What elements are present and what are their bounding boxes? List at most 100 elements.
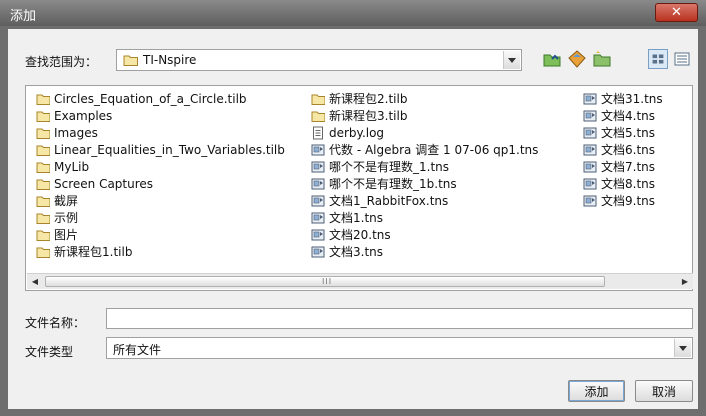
folder-icon [36, 213, 50, 224]
file-name: 文档9.tns [601, 194, 656, 208]
file-name: 文档5.tns [601, 126, 656, 140]
up-folder-icon[interactable] [542, 49, 562, 69]
look-in-dropdown-button[interactable] [503, 51, 520, 69]
file-name: Images [54, 126, 98, 140]
file-list-item[interactable]: 截屏 [36, 193, 78, 209]
add-file-dialog: 添加 ✕ 查找范围为： TI-Nspire ◀ III ▶ Circles_Eq… [0, 0, 706, 416]
file-list-item[interactable]: 文档31.tns [583, 91, 663, 107]
file-name: 示例 [54, 211, 79, 225]
file-list-item[interactable]: Screen Captures [36, 176, 153, 192]
dialog-title: 添加 [10, 9, 37, 24]
chevron-right-icon: ▶ [681, 277, 689, 286]
log-file-icon [313, 126, 323, 140]
new-folder-icon[interactable] [592, 49, 612, 69]
file-name: 文档20.tns [329, 228, 391, 242]
file-list-item[interactable]: 文档4.tns [583, 108, 655, 124]
close-icon: ✕ [671, 5, 682, 20]
tns-document-icon [583, 161, 597, 173]
file-list-item[interactable]: 文档6.tns [583, 142, 655, 158]
tns-document-icon [311, 212, 325, 224]
file-list[interactable]: ◀ III ▶ Circles_Equation_of_a_Circle.til… [25, 85, 693, 291]
file-name-input[interactable] [106, 308, 693, 329]
file-name: 文档7.tns [601, 160, 656, 174]
folder-icon [36, 196, 50, 207]
folder-icon [36, 230, 50, 241]
look-in-combo[interactable]: TI-Nspire [116, 49, 522, 71]
file-type-value: 所有文件 [113, 343, 162, 357]
file-list-item[interactable]: 新课程包2.tilb [311, 91, 407, 107]
file-name: Circles_Equation_of_a_Circle.tilb [54, 92, 247, 106]
horizontal-scrollbar[interactable]: ◀ III ▶ [27, 273, 693, 289]
tns-document-icon [583, 110, 597, 122]
file-list-item[interactable]: Circles_Equation_of_a_Circle.tilb [36, 91, 247, 107]
file-type-combo[interactable]: 所有文件 [106, 337, 693, 359]
file-name: 截屏 [54, 194, 79, 208]
look-in-value: TI-Nspire [143, 53, 197, 67]
folder-icon [311, 94, 325, 105]
file-name: 文档1_RabbitFox.tns [329, 194, 449, 208]
file-list-item[interactable]: 文档1.tns [311, 210, 383, 226]
scroll-right-button[interactable]: ▶ [677, 274, 693, 289]
tns-document-icon [583, 144, 597, 156]
folder-icon [36, 128, 50, 139]
tns-document-icon [311, 178, 325, 190]
file-name: 图片 [54, 228, 79, 242]
file-name: 文档6.tns [601, 143, 656, 157]
file-name: 文档3.tns [329, 245, 384, 259]
file-list-item[interactable]: 新课程包3.tilb [311, 108, 407, 124]
file-list-item[interactable]: 代数 - Algebra 调查 1 07-06 qp1.tns [311, 142, 538, 158]
file-name: Linear_Equalities_in_Two_Variables.tilb [54, 143, 285, 157]
scrollbar-thumb[interactable]: III [45, 276, 605, 287]
folder-icon [36, 179, 50, 190]
dialog-body: 查找范围为： TI-Nspire ◀ III ▶ Circles_Equatio… [8, 29, 698, 409]
file-name: 代数 - Algebra 调查 1 07-06 qp1.tns [329, 143, 539, 157]
folder-icon [123, 55, 138, 66]
tns-document-icon [311, 195, 325, 207]
home-icon[interactable] [567, 49, 587, 69]
file-list-item[interactable]: 哪个不是有理数_1.tns [311, 159, 449, 175]
file-list-item[interactable]: 示例 [36, 210, 78, 226]
file-name: 文档1.tns [329, 211, 384, 225]
folder-icon [36, 94, 50, 105]
file-list-item[interactable]: 文档9.tns [583, 193, 655, 209]
file-name: 新课程包2.tilb [329, 92, 408, 106]
add-button[interactable]: 添加 [568, 380, 625, 402]
file-list-item[interactable]: 文档1_RabbitFox.tns [311, 193, 448, 209]
scrollbar-grip: III [322, 277, 333, 286]
file-list-item[interactable]: Examples [36, 108, 112, 124]
file-name-label: 文件名称： [25, 316, 86, 330]
file-list-item[interactable]: 图片 [36, 227, 78, 243]
file-list-item[interactable]: derby.log [311, 125, 384, 141]
tns-document-icon [583, 93, 597, 105]
file-type-dropdown-button[interactable] [674, 339, 691, 357]
folder-icon [36, 162, 50, 173]
file-name: Screen Captures [54, 177, 154, 191]
file-list-item[interactable]: 文档8.tns [583, 176, 655, 192]
file-list-item[interactable]: 文档3.tns [311, 244, 383, 260]
scroll-left-button[interactable]: ◀ [27, 274, 43, 289]
tns-document-icon [311, 246, 325, 258]
file-name: 哪个不是有理数_1b.tns [329, 177, 457, 191]
file-list-item[interactable]: 新课程包1.tilb [36, 244, 132, 260]
file-list-item[interactable]: 文档20.tns [311, 227, 391, 243]
tns-document-icon [311, 229, 325, 241]
file-list-item[interactable]: 哪个不是有理数_1b.tns [311, 176, 457, 192]
title-bar[interactable]: 添加 ✕ [0, 0, 706, 26]
cancel-button[interactable]: 取消 [635, 380, 693, 402]
list-view-icon[interactable] [648, 49, 668, 69]
tns-document-icon [583, 195, 597, 207]
tns-document-icon [583, 127, 597, 139]
file-list-item[interactable]: Linear_Equalities_in_Two_Variables.tilb [36, 142, 285, 158]
folder-icon [36, 145, 50, 156]
folder-icon [36, 111, 50, 122]
chevron-down-icon [508, 57, 516, 63]
file-name: 哪个不是有理数_1.tns [329, 160, 450, 174]
details-view-icon[interactable] [672, 49, 692, 69]
file-list-item[interactable]: MyLib [36, 159, 89, 175]
file-name: 文档8.tns [601, 177, 656, 191]
file-list-item[interactable]: 文档5.tns [583, 125, 655, 141]
file-list-item[interactable]: Images [36, 125, 98, 141]
file-list-item[interactable]: 文档7.tns [583, 159, 655, 175]
folder-icon [36, 247, 50, 258]
close-button[interactable]: ✕ [655, 3, 698, 22]
